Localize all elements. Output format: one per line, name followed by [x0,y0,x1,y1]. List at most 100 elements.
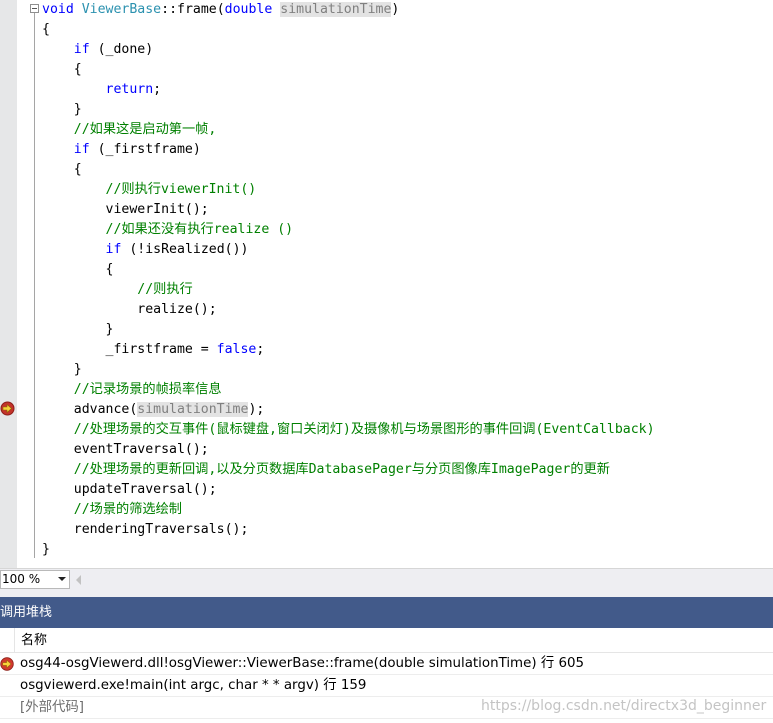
code-token: //场景的筛选绘制 [73,502,182,517]
call-stack-header: 名称 [0,628,773,653]
code-token: { [42,62,82,77]
code-token: realize(); [42,302,217,317]
code-token: //处理场景的交互事件(鼠标键盘,窗口关闭灯)及摄像机与场景图形的事件回调(Ev… [73,422,655,437]
code-token: if [105,242,122,257]
code-token: if [73,42,90,57]
code-token: ViewerBase [81,2,162,17]
code-token: ::frame( [161,2,225,17]
code-line[interactable]: } [42,100,773,120]
code-token: ; [256,342,265,357]
scroll-left-icon[interactable] [76,575,81,585]
code-line[interactable]: } [42,320,773,340]
code-line[interactable]: //处理场景的更新回调,以及分页数据库DatabasePager与分页图像库Im… [42,460,773,480]
call-stack-panel-title[interactable]: 调用堆栈 [0,597,773,628]
code-line[interactable]: //场景的筛选绘制 [42,500,773,520]
code-line[interactable]: //如果这是启动第一帧, [42,120,773,140]
code-line[interactable]: advance(simulationTime); [42,400,773,420]
watermark: https://blog.csdn.net/directx3d_beginner [481,698,767,714]
code-line[interactable]: if (_firstframe) [42,140,773,160]
code-line[interactable]: //则执行 [42,280,773,300]
code-token: { [42,22,50,37]
current-frame-arrow-icon [0,656,14,671]
code-line[interactable]: //处理场景的交互事件(鼠标键盘,窗口关闭灯)及摄像机与场景图形的事件回调(Ev… [42,420,773,440]
code-line[interactable]: return; [42,80,773,100]
code-token: { [42,162,82,177]
code-token: false [216,342,257,357]
code-token: ) [391,2,400,17]
panel-splitter[interactable] [0,589,773,597]
call-stack-frame-text: osgviewerd.exe!main(int argc, char * * a… [20,678,367,693]
collapse-toggle-icon[interactable] [30,4,39,13]
call-stack-title-text: 调用堆栈 [0,605,53,620]
code-line[interactable]: viewerInit(); [42,200,773,220]
editor-gutter[interactable] [0,0,17,568]
call-stack-frame-text: osg44-osgViewerd.dll!osgViewer::ViewerBa… [20,656,585,671]
editor-status-bar: 100 % [0,568,773,589]
call-stack-frame-text: [外部代码] [20,700,85,715]
call-stack-row[interactable]: osgviewerd.exe!main(int argc, char * * a… [0,675,773,697]
code-line[interactable]: //记录场景的帧损率信息 [42,380,773,400]
code-line[interactable]: //则执行viewerInit() [42,180,773,200]
code-line[interactable]: eventTraversal(); [42,440,773,460]
code-line[interactable]: _firstframe = false; [42,340,773,360]
code-token: //如果这是启动第一帧, [73,122,217,137]
code-token: } [42,542,50,557]
code-token: if [73,142,90,157]
code-token: (_firstframe) [89,142,201,157]
breakpoint-arrow-icon[interactable] [0,401,15,416]
code-token: //则执行viewerInit() [105,182,257,197]
code-token: advance( [42,402,138,417]
zoom-dropdown[interactable]: 100 % [0,570,70,589]
code-line[interactable]: void ViewerBase::frame(double simulation… [42,0,773,20]
code-line[interactable]: } [42,540,773,560]
code-token: //如果还没有执行realize () [105,222,294,237]
code-token: eventTraversal(); [42,442,209,457]
code-line[interactable]: } [42,360,773,380]
code-line[interactable]: realize(); [42,300,773,320]
zoom-value: 100 % [2,572,41,586]
code-token: void [42,2,74,17]
code-token: updateTraversal(); [42,482,217,497]
column-separator[interactable] [14,628,15,653]
code-token: { [42,262,114,277]
code-token: ; [153,82,162,97]
call-stack-row[interactable]: osg44-osgViewerd.dll!osgViewer::ViewerBa… [0,653,773,675]
code-token: } [42,322,114,337]
code-editor[interactable]: void ViewerBase::frame(double simulation… [0,0,773,568]
code-token: viewerInit(); [42,202,209,217]
code-token: return [105,82,154,97]
code-token: //处理场景的更新回调,以及分页数据库DatabasePager与分页图像库Im… [73,462,610,477]
code-token: ); [248,402,265,417]
code-token: double [224,2,273,17]
code-line[interactable]: { [42,160,773,180]
code-line[interactable]: { [42,260,773,280]
code-line[interactable]: if (!isRealized()) [42,240,773,260]
code-token: } [42,362,82,377]
code-token: simulationTime [137,402,249,417]
outline-guide [34,13,35,558]
code-line[interactable]: //如果还没有执行realize () [42,220,773,240]
code-line[interactable]: if (_done) [42,40,773,60]
code-token: //则执行 [137,282,193,297]
code-line[interactable]: renderingTraversals(); [42,520,773,540]
code-line[interactable]: { [42,20,773,40]
code-line[interactable]: { [42,60,773,80]
code-token: } [42,102,82,117]
code-line[interactable]: updateTraversal(); [42,480,773,500]
horizontal-scrollbar[interactable] [86,572,773,586]
column-header-name[interactable]: 名称 [21,628,47,653]
code-token: _firstframe = [42,342,217,357]
code-lines[interactable]: void ViewerBase::frame(double simulation… [42,0,773,560]
